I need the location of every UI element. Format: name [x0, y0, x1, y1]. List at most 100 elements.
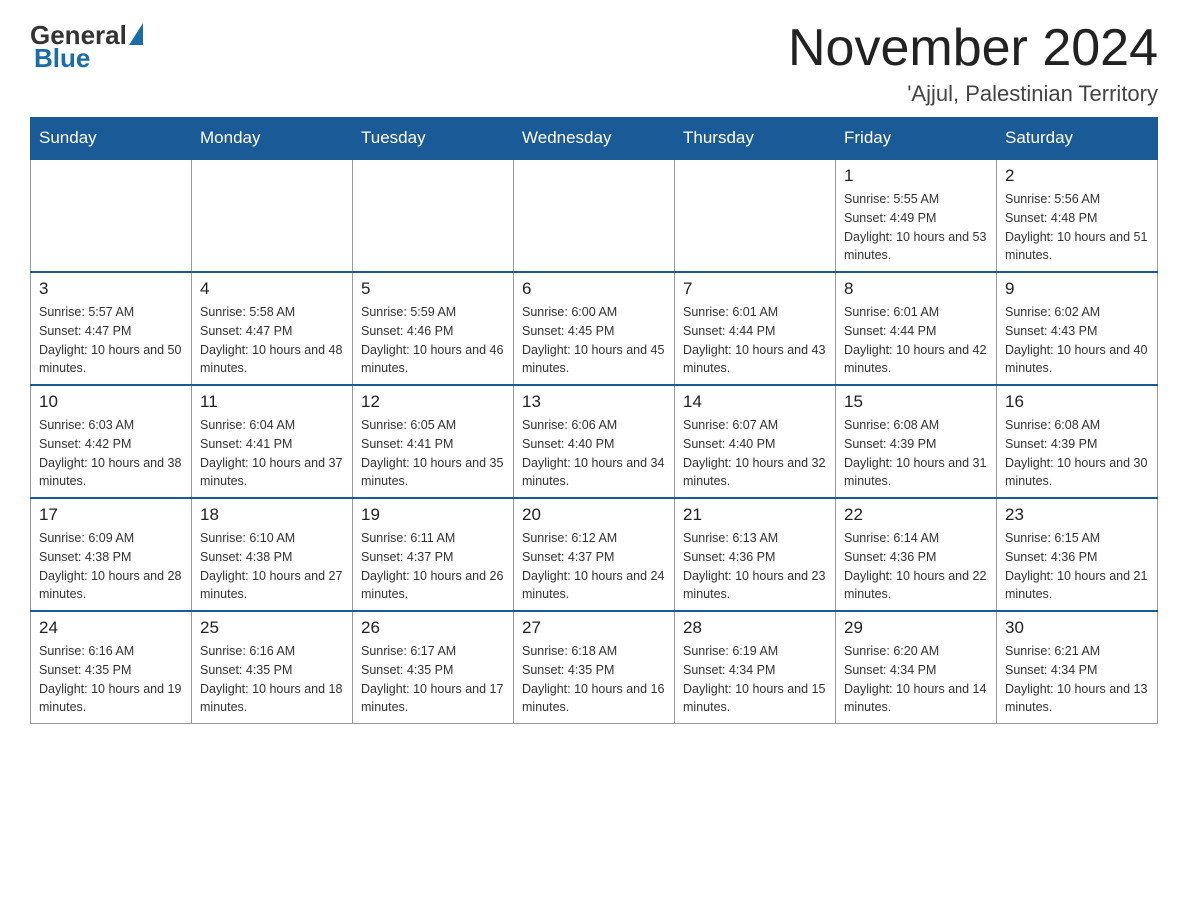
day-info: Sunrise: 6:06 AMSunset: 4:40 PMDaylight:…	[522, 416, 666, 491]
calendar-subtitle: 'Ajjul, Palestinian Territory	[788, 81, 1158, 107]
day-number: 2	[1005, 166, 1149, 186]
day-number: 3	[39, 279, 183, 299]
week-row-3: 10 Sunrise: 6:03 AMSunset: 4:42 PMDayligh…	[31, 385, 1158, 498]
calendar-cell: 14 Sunrise: 6:07 AMSunset: 4:40 PMDayligh…	[675, 385, 836, 498]
day-number: 1	[844, 166, 988, 186]
calendar-cell	[192, 159, 353, 272]
calendar-cell	[31, 159, 192, 272]
calendar-cell: 17Sunrise: 6:09 AMSunset: 4:38 PMDayligh…	[31, 498, 192, 611]
calendar-cell: 12 Sunrise: 6:05 AMSunset: 4:41 PMDayligh…	[353, 385, 514, 498]
logo-triangle-icon	[129, 23, 143, 45]
day-number: 28	[683, 618, 827, 638]
page-header: General Blue November 2024 'Ajjul, Pales…	[30, 20, 1158, 107]
calendar-cell: 25 Sunrise: 6:16 AMSunset: 4:35 PMDayligh…	[192, 611, 353, 724]
title-section: November 2024 'Ajjul, Palestinian Territ…	[788, 20, 1158, 107]
day-info: Sunrise: 6:01 AMSunset: 4:44 PMDaylight:…	[844, 303, 988, 378]
column-header-saturday: Saturday	[997, 118, 1158, 160]
day-info: Sunrise: 5:59 AMSunset: 4:46 PMDaylight:…	[361, 303, 505, 378]
calendar-cell: 15Sunrise: 6:08 AMSunset: 4:39 PMDayligh…	[836, 385, 997, 498]
calendar-cell: 4Sunrise: 5:58 AMSunset: 4:47 PMDaylight…	[192, 272, 353, 385]
day-info: Sunrise: 6:20 AMSunset: 4:34 PMDaylight:…	[844, 642, 988, 717]
calendar-cell: 13 Sunrise: 6:06 AMSunset: 4:40 PMDayligh…	[514, 385, 675, 498]
day-number: 11	[200, 392, 344, 412]
calendar-cell: 28Sunrise: 6:19 AMSunset: 4:34 PMDayligh…	[675, 611, 836, 724]
day-number: 24	[39, 618, 183, 638]
day-number: 6	[522, 279, 666, 299]
calendar-cell: 6 Sunrise: 6:00 AMSunset: 4:45 PMDaylight…	[514, 272, 675, 385]
day-info: Sunrise: 6:14 AMSunset: 4:36 PMDaylight:…	[844, 529, 988, 604]
day-number: 14	[683, 392, 827, 412]
day-info: Sunrise: 6:02 AMSunset: 4:43 PMDaylight:…	[1005, 303, 1149, 378]
day-number: 20	[522, 505, 666, 525]
day-info: Sunrise: 5:58 AMSunset: 4:47 PMDaylight:…	[200, 303, 344, 378]
logo-blue-text: Blue	[34, 43, 90, 74]
day-info: Sunrise: 6:04 AMSunset: 4:41 PMDaylight:…	[200, 416, 344, 491]
day-number: 23	[1005, 505, 1149, 525]
day-number: 15	[844, 392, 988, 412]
day-info: Sunrise: 6:05 AMSunset: 4:41 PMDaylight:…	[361, 416, 505, 491]
day-info: Sunrise: 6:16 AMSunset: 4:35 PMDaylight:…	[39, 642, 183, 717]
calendar-cell: 5 Sunrise: 5:59 AMSunset: 4:46 PMDaylight…	[353, 272, 514, 385]
day-number: 17	[39, 505, 183, 525]
day-info: Sunrise: 6:08 AMSunset: 4:39 PMDaylight:…	[1005, 416, 1149, 491]
day-number: 21	[683, 505, 827, 525]
calendar-cell: 22Sunrise: 6:14 AMSunset: 4:36 PMDayligh…	[836, 498, 997, 611]
calendar-cell: 30Sunrise: 6:21 AMSunset: 4:34 PMDayligh…	[997, 611, 1158, 724]
column-header-sunday: Sunday	[31, 118, 192, 160]
day-info: Sunrise: 6:01 AMSunset: 4:44 PMDaylight:…	[683, 303, 827, 378]
day-number: 5	[361, 279, 505, 299]
day-info: Sunrise: 6:11 AMSunset: 4:37 PMDaylight:…	[361, 529, 505, 604]
day-number: 12	[361, 392, 505, 412]
calendar-cell: 9 Sunrise: 6:02 AMSunset: 4:43 PMDaylight…	[997, 272, 1158, 385]
week-row-5: 24 Sunrise: 6:16 AMSunset: 4:35 PMDayligh…	[31, 611, 1158, 724]
column-header-friday: Friday	[836, 118, 997, 160]
calendar-cell: 27Sunrise: 6:18 AMSunset: 4:35 PMDayligh…	[514, 611, 675, 724]
day-info: Sunrise: 6:03 AMSunset: 4:42 PMDaylight:…	[39, 416, 183, 491]
column-header-tuesday: Tuesday	[353, 118, 514, 160]
day-info: Sunrise: 5:55 AMSunset: 4:49 PMDaylight:…	[844, 190, 988, 265]
calendar-cell: 3Sunrise: 5:57 AMSunset: 4:47 PMDaylight…	[31, 272, 192, 385]
column-header-wednesday: Wednesday	[514, 118, 675, 160]
day-info: Sunrise: 6:13 AMSunset: 4:36 PMDaylight:…	[683, 529, 827, 604]
day-number: 13	[522, 392, 666, 412]
day-number: 19	[361, 505, 505, 525]
calendar-cell	[675, 159, 836, 272]
day-number: 10	[39, 392, 183, 412]
day-info: Sunrise: 6:17 AMSunset: 4:35 PMDaylight:…	[361, 642, 505, 717]
day-number: 9	[1005, 279, 1149, 299]
calendar-cell: 29Sunrise: 6:20 AMSunset: 4:34 PMDayligh…	[836, 611, 997, 724]
logo: General Blue	[30, 20, 143, 74]
calendar-header-row: SundayMondayTuesdayWednesdayThursdayFrid…	[31, 118, 1158, 160]
calendar-cell: 19 Sunrise: 6:11 AMSunset: 4:37 PMDayligh…	[353, 498, 514, 611]
day-number: 7	[683, 279, 827, 299]
day-info: Sunrise: 6:18 AMSunset: 4:35 PMDaylight:…	[522, 642, 666, 717]
column-header-monday: Monday	[192, 118, 353, 160]
calendar-cell: 24 Sunrise: 6:16 AMSunset: 4:35 PMDayligh…	[31, 611, 192, 724]
week-row-4: 17Sunrise: 6:09 AMSunset: 4:38 PMDayligh…	[31, 498, 1158, 611]
day-info: Sunrise: 6:07 AMSunset: 4:40 PMDaylight:…	[683, 416, 827, 491]
calendar-title: November 2024	[788, 20, 1158, 77]
day-info: Sunrise: 6:00 AMSunset: 4:45 PMDaylight:…	[522, 303, 666, 378]
calendar-cell: 2 Sunrise: 5:56 AMSunset: 4:48 PMDaylight…	[997, 159, 1158, 272]
calendar-cell	[514, 159, 675, 272]
calendar-cell: 1 Sunrise: 5:55 AMSunset: 4:49 PMDaylight…	[836, 159, 997, 272]
day-number: 26	[361, 618, 505, 638]
day-info: Sunrise: 6:15 AMSunset: 4:36 PMDaylight:…	[1005, 529, 1149, 604]
day-number: 25	[200, 618, 344, 638]
day-info: Sunrise: 5:56 AMSunset: 4:48 PMDaylight:…	[1005, 190, 1149, 265]
calendar-cell: 21 Sunrise: 6:13 AMSunset: 4:36 PMDayligh…	[675, 498, 836, 611]
day-info: Sunrise: 6:12 AMSunset: 4:37 PMDaylight:…	[522, 529, 666, 604]
calendar-cell: 11 Sunrise: 6:04 AMSunset: 4:41 PMDayligh…	[192, 385, 353, 498]
week-row-2: 3Sunrise: 5:57 AMSunset: 4:47 PMDaylight…	[31, 272, 1158, 385]
day-number: 18	[200, 505, 344, 525]
week-row-1: 1 Sunrise: 5:55 AMSunset: 4:49 PMDaylight…	[31, 159, 1158, 272]
calendar-cell	[353, 159, 514, 272]
day-number: 16	[1005, 392, 1149, 412]
day-info: Sunrise: 6:10 AMSunset: 4:38 PMDaylight:…	[200, 529, 344, 604]
calendar-cell: 18 Sunrise: 6:10 AMSunset: 4:38 PMDayligh…	[192, 498, 353, 611]
calendar-cell: 8Sunrise: 6:01 AMSunset: 4:44 PMDaylight…	[836, 272, 997, 385]
day-info: Sunrise: 6:16 AMSunset: 4:35 PMDaylight:…	[200, 642, 344, 717]
calendar-cell: 7 Sunrise: 6:01 AMSunset: 4:44 PMDaylight…	[675, 272, 836, 385]
column-header-thursday: Thursday	[675, 118, 836, 160]
calendar-cell: 26 Sunrise: 6:17 AMSunset: 4:35 PMDayligh…	[353, 611, 514, 724]
